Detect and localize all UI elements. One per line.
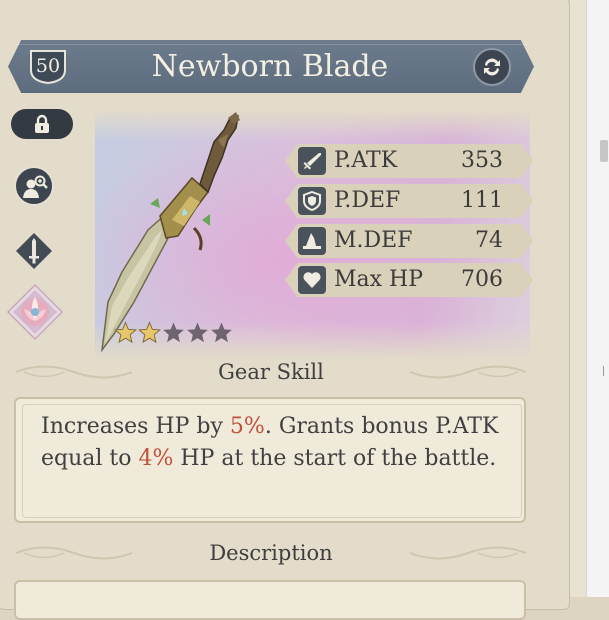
star-empty-icon	[211, 322, 232, 343]
skill-text-part: HP at the start of the battle.	[173, 446, 497, 471]
scrollbar-marker	[603, 366, 608, 376]
swap-gear-button[interactable]	[473, 48, 511, 86]
level-badge: 50	[28, 48, 68, 84]
wizard-hat-icon	[298, 227, 326, 255]
newborn-blade-art	[100, 112, 240, 352]
skill-hp-bonus: 5%	[229, 414, 265, 439]
stat-label: M.DEF	[334, 228, 413, 253]
star-filled-icon	[114, 321, 137, 344]
panel-gutter	[570, 0, 586, 597]
sword-type-icon	[16, 233, 52, 269]
level-value: 50	[35, 55, 61, 77]
gear-skill-text: Increases HP by 5%. Grants bonus P.ATK e…	[41, 411, 501, 475]
gear-skill-header: Gear Skill	[218, 360, 324, 384]
scrollbar-thumb[interactable]	[600, 140, 608, 162]
sword-icon	[298, 147, 326, 175]
stat-value: 111	[461, 188, 503, 213]
stat-value: 353	[461, 148, 503, 173]
star-empty-icon	[187, 322, 208, 343]
shield-icon	[298, 187, 326, 215]
stat-label: P.DEF	[334, 188, 401, 213]
star-filled-icon	[138, 321, 161, 344]
skill-patk-bonus: 4%	[138, 446, 174, 471]
description-header: Description	[209, 541, 333, 565]
skill-text-part: Increases HP by	[41, 414, 230, 439]
item-name: Newborn Blade	[151, 49, 389, 84]
stat-value: 706	[461, 267, 503, 292]
stat-label: Max HP	[334, 267, 424, 292]
description-box	[14, 580, 526, 620]
swap-icon	[484, 58, 500, 76]
faction-emblem-icon	[6, 283, 64, 341]
heart-icon	[298, 266, 326, 294]
rarity-stars	[114, 321, 233, 345]
scrollbar[interactable]	[586, 0, 609, 597]
lock-icon	[35, 114, 49, 133]
compare-gear-button[interactable]	[14, 166, 54, 206]
stat-value: 74	[475, 228, 503, 253]
lock-button[interactable]	[11, 109, 73, 139]
star-empty-icon	[163, 322, 184, 343]
stat-label: P.ATK	[334, 148, 398, 173]
inspect-character-icon	[23, 175, 48, 198]
